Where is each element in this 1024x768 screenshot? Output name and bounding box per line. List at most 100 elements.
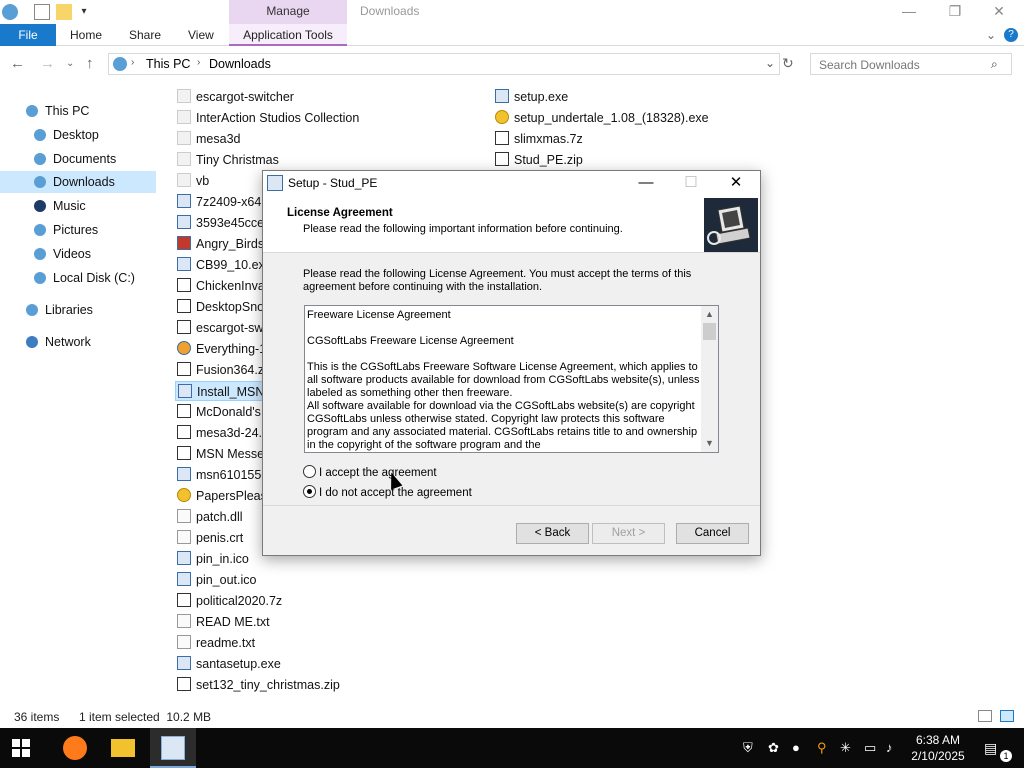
list-item[interactable]: READ ME.txt bbox=[177, 612, 270, 632]
nav-item-this-pc[interactable]: This PC bbox=[0, 100, 156, 122]
breadcrumb-this-pc[interactable]: This PC bbox=[146, 57, 190, 71]
new-folder-icon[interactable] bbox=[56, 4, 72, 20]
address-dropdown-icon[interactable]: ⌄ bbox=[765, 56, 775, 70]
tray-search-icon[interactable]: ⚲ bbox=[817, 740, 827, 756]
tray-drop-icon[interactable]: ● bbox=[792, 740, 800, 755]
list-item[interactable]: msn610155- bbox=[177, 465, 266, 485]
list-item[interactable]: mesa3d bbox=[177, 129, 240, 149]
tray-app-icon[interactable]: ✿ bbox=[768, 740, 779, 756]
list-item[interactable]: readme.txt bbox=[177, 633, 255, 653]
list-item[interactable]: set132_tiny_christmas.zip bbox=[177, 675, 340, 695]
close-button[interactable]: ✕ bbox=[976, 0, 1022, 24]
scroll-up-icon[interactable]: ▲ bbox=[701, 306, 718, 323]
list-item[interactable]: slimxmas.7z bbox=[495, 129, 583, 149]
radio-decline-indicator[interactable] bbox=[303, 485, 316, 498]
scroll-thumb[interactable] bbox=[703, 323, 716, 340]
list-item[interactable]: pin_in.ico bbox=[177, 549, 249, 569]
list-item[interactable]: santasetup.exe bbox=[177, 654, 281, 674]
help-icon[interactable]: ? bbox=[1004, 28, 1018, 42]
license-textbox[interactable]: Freeware License Agreement CGSoftLabs Fr… bbox=[304, 305, 719, 453]
list-item[interactable]: PapersPlease bbox=[177, 486, 274, 506]
application-icon bbox=[177, 257, 191, 271]
nav-item-documents[interactable]: Documents bbox=[0, 148, 156, 170]
nav-item-videos[interactable]: Videos bbox=[0, 243, 156, 265]
breadcrumb-downloads[interactable]: Downloads bbox=[209, 57, 271, 71]
tab-application-tools[interactable]: Application Tools bbox=[229, 24, 347, 46]
tray-star-icon[interactable]: ✳ bbox=[840, 740, 851, 756]
file-explorer-icon[interactable] bbox=[111, 739, 135, 757]
tray-security-icon[interactable]: ⛨ bbox=[743, 740, 753, 756]
cancel-button[interactable]: Cancel bbox=[676, 523, 749, 544]
list-item[interactable]: escargot-swi bbox=[177, 318, 266, 338]
nav-item-libraries[interactable]: Libraries bbox=[0, 299, 156, 321]
nav-item-downloads[interactable]: Downloads bbox=[0, 171, 156, 193]
network-icon[interactable]: ▭ bbox=[864, 740, 876, 756]
list-item[interactable]: political2020.7z bbox=[177, 591, 282, 611]
list-item[interactable]: pin_out.ico bbox=[177, 570, 256, 590]
next-button[interactable]: Next > bbox=[592, 523, 665, 544]
list-item[interactable]: vb bbox=[177, 171, 209, 191]
properties-icon[interactable] bbox=[34, 4, 50, 20]
list-item[interactable]: 7z2409-x64.e bbox=[177, 192, 272, 212]
license-scrollbar[interactable]: ▲ ▼ bbox=[701, 306, 718, 452]
nav-item-desktop[interactable]: Desktop bbox=[0, 124, 156, 146]
scroll-down-icon[interactable]: ▼ bbox=[701, 435, 718, 452]
up-arrow-icon[interactable]: ↑ bbox=[86, 55, 94, 72]
address-box[interactable]: › This PC › Downloads ⌄ bbox=[108, 53, 780, 75]
list-item[interactable]: penis.crt bbox=[177, 528, 243, 548]
maximize-button[interactable]: ❐ bbox=[932, 0, 978, 24]
search-app-icon bbox=[177, 341, 191, 355]
accept-radio[interactable]: I accept the agreement bbox=[303, 465, 437, 481]
notification-icon[interactable]: ▤ bbox=[984, 740, 997, 757]
firefox-icon[interactable] bbox=[63, 736, 87, 760]
dialog-minimize-button[interactable]: — bbox=[626, 173, 666, 193]
clock[interactable]: 6:38 AM 2/10/2025 bbox=[898, 732, 978, 764]
volume-icon[interactable]: ♪ bbox=[886, 740, 893, 755]
back-button[interactable]: < Back bbox=[516, 523, 589, 544]
nav-item-pictures[interactable]: Pictures bbox=[0, 219, 156, 241]
list-item[interactable]: Fusion364.zip bbox=[177, 360, 274, 380]
folder-icon bbox=[177, 110, 191, 124]
nav-item-network[interactable]: Network bbox=[0, 331, 156, 353]
refresh-icon[interactable]: ↻ bbox=[782, 55, 794, 72]
list-item[interactable]: Everything-1 bbox=[177, 339, 266, 359]
list-item[interactable]: Angry_Birds_ bbox=[177, 234, 271, 254]
nav-item-music[interactable]: Music bbox=[0, 195, 156, 217]
list-item[interactable]: MSN Messen bbox=[177, 444, 271, 464]
decline-radio[interactable]: I do not accept the agreement bbox=[303, 485, 472, 501]
list-item[interactable]: mesa3d-24.3 bbox=[177, 423, 269, 443]
list-item[interactable]: setup_undertale_1.08_(18328).exe bbox=[495, 108, 709, 128]
list-item[interactable]: patch.dll bbox=[177, 507, 243, 527]
details-view-icon[interactable] bbox=[978, 710, 992, 722]
list-item[interactable]: CB99_10.exe bbox=[177, 255, 272, 275]
dialog-close-button[interactable]: ✕ bbox=[716, 173, 756, 193]
back-arrow-icon[interactable]: ← bbox=[10, 55, 25, 72]
tab-home[interactable]: Home bbox=[70, 24, 102, 46]
customize-toolbar-icon[interactable]: ▾ bbox=[76, 4, 92, 20]
nav-item-local-disk[interactable]: Local Disk (C:) bbox=[0, 267, 156, 289]
radio-accept-indicator[interactable] bbox=[303, 465, 316, 478]
tab-file[interactable]: File bbox=[0, 24, 56, 46]
recent-locations-icon[interactable]: ⌄ bbox=[66, 58, 74, 69]
ribbon-expand-icon[interactable]: ⌄ bbox=[986, 24, 996, 46]
search-input[interactable]: Search Downloads bbox=[810, 53, 1012, 75]
list-item[interactable]: DesktopSnov bbox=[177, 297, 270, 317]
list-item[interactable]: ChickenInva bbox=[177, 276, 265, 296]
forward-arrow-icon[interactable]: → bbox=[40, 55, 55, 72]
dialog-maximize-button[interactable]: ☐ bbox=[671, 173, 711, 193]
list-item[interactable]: setup.exe bbox=[495, 87, 568, 107]
minimize-button[interactable]: — bbox=[886, 0, 932, 24]
list-item[interactable]: 3593e45cceb bbox=[177, 213, 271, 233]
windows-start-icon[interactable] bbox=[12, 739, 30, 757]
tab-view[interactable]: View bbox=[188, 24, 214, 46]
tab-share[interactable]: Share bbox=[129, 24, 161, 46]
list-item[interactable]: escargot-switcher bbox=[177, 87, 294, 107]
taskbar-setup-button[interactable] bbox=[150, 728, 196, 768]
list-item[interactable]: McDonald's bbox=[177, 402, 261, 422]
music-icon bbox=[34, 200, 46, 212]
list-item[interactable]: InterAction Studios Collection bbox=[177, 108, 359, 128]
large-icons-view-icon[interactable] bbox=[1000, 710, 1014, 722]
list-item[interactable]: Tiny Christmas bbox=[177, 150, 279, 170]
list-item[interactable]: Install_MSN_ bbox=[175, 381, 271, 401]
list-item[interactable]: Stud_PE.zip bbox=[495, 150, 583, 170]
